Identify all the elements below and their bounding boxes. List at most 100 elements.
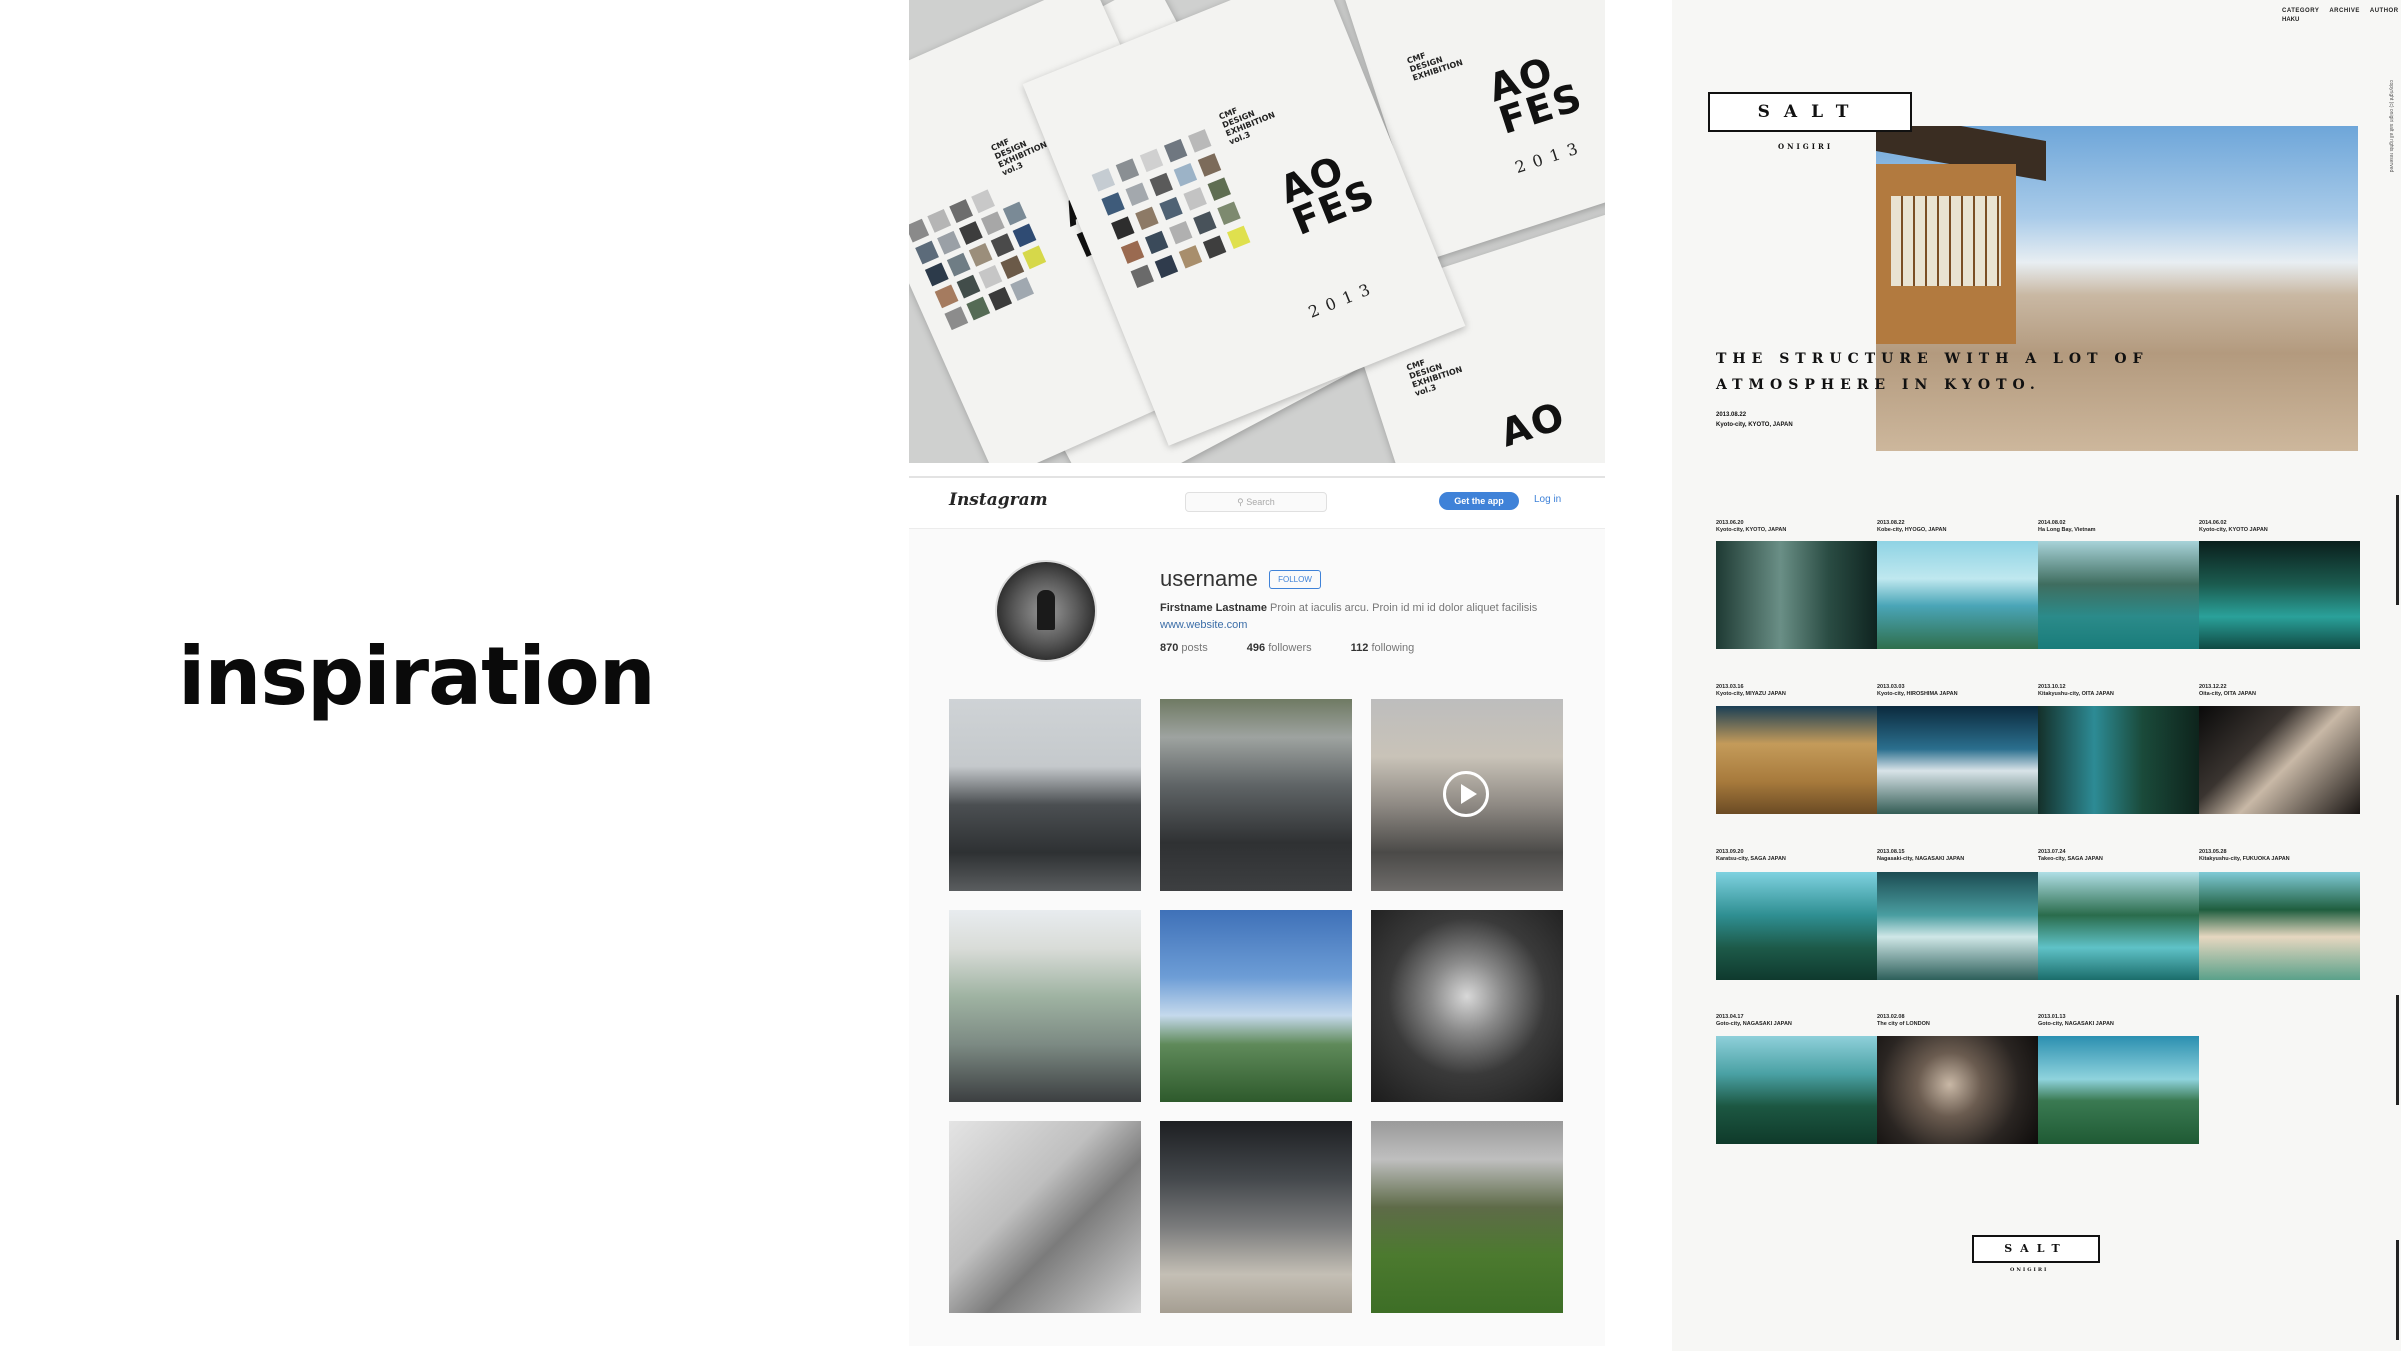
caption-date: 2014.08.02 xyxy=(2038,520,2066,526)
caption-place: Kyoto-city, MIYAZU JAPAN xyxy=(1716,691,1786,697)
login-link[interactable]: Log in xyxy=(1534,494,1561,505)
caption-date: 2013.01.13 xyxy=(2038,1014,2066,1020)
caption-place: Kitakyushu-city, OITA JAPAN xyxy=(2038,691,2114,697)
play-icon xyxy=(1443,771,1489,817)
caption-place: Oita-city, OITA JAPAN xyxy=(2199,691,2256,697)
post-thumbnail[interactable] xyxy=(1371,1121,1563,1313)
salt-nav: CATEGORY ARCHIVE AUTHOR xyxy=(2282,8,2401,14)
photo-caption: 2013.04.17 Goto-city, NAGASAKI JAPAN xyxy=(1716,1014,1792,1028)
aofes-poster-photo: CMF DESIGN EXHIBITION AO FES 2013 CMF DESIGN… xyxy=(909,0,1605,463)
photo-caption: 2013.03.16 Kyoto-city, MIYAZU JAPAN xyxy=(1716,684,1786,698)
video-post-thumbnail[interactable] xyxy=(1371,699,1563,891)
caption-place: Takeo-city, SAGA JAPAN xyxy=(2038,856,2103,862)
caption-date: 2014.06.02 xyxy=(2199,520,2227,526)
hero-image xyxy=(1876,126,2358,451)
photo-caption: 2013.02.08 The city of LONDON xyxy=(1877,1014,1930,1028)
photo-thumbnail[interactable] xyxy=(1716,1036,1877,1144)
photo-thumbnail[interactable] xyxy=(2038,1036,2199,1144)
brand-text: CMF DESIGN EXHIBITION xyxy=(1406,41,1464,83)
following-stat[interactable]: 112 following xyxy=(1351,642,1433,654)
avatar[interactable] xyxy=(995,560,1097,662)
nav-archive[interactable]: ARCHIVE xyxy=(2329,8,2360,14)
scroll-indicator[interactable] xyxy=(2396,1240,2399,1340)
caption-place: Kyoto-city, KYOTO, JAPAN xyxy=(1716,527,1787,533)
post-thumbnail[interactable] xyxy=(1160,1121,1352,1313)
post-thumbnail[interactable] xyxy=(1160,910,1352,1102)
scroll-indicator[interactable] xyxy=(2396,495,2399,605)
footer-logo[interactable]: SALT xyxy=(1972,1235,2100,1263)
photo-thumbnail[interactable] xyxy=(1716,541,1877,649)
search-placeholder: Search xyxy=(1246,497,1275,507)
article-headline[interactable]: THE STRUCTURE WITH A LOT OF ATMOSPHERE IN… xyxy=(1716,346,2149,398)
photo-caption: 2013.08.15 Nagasaki-city, NAGASAKI JAPAN xyxy=(1877,849,1964,863)
caption-place: Karatsu-city, SAGA JAPAN xyxy=(1716,856,1786,862)
photo-caption: 2013.01.13 Goto-city, NAGASAKI JAPAN xyxy=(2038,1014,2114,1028)
ao-fes-text: AOFES xyxy=(1483,47,1588,142)
photo-thumbnail[interactable] xyxy=(2199,541,2360,649)
followers-count: 496 xyxy=(1246,642,1266,654)
caption-place: Kyoto-city, HIROSHIMA JAPAN xyxy=(1877,691,1958,697)
instagram-header: Instagram ⚲ Search Get the app Log in xyxy=(909,476,1605,529)
year-text: 2013 xyxy=(1512,136,1588,178)
caption-place: Kobe-city, HYOGO, JAPAN xyxy=(1877,527,1947,533)
salt-logo[interactable]: SALT xyxy=(1708,92,1912,132)
meta-date: 2013.08.22 xyxy=(1716,412,1747,418)
caption-place: Ha Long Bay, Vietnam xyxy=(2038,527,2096,533)
instagram-logo[interactable]: Instagram xyxy=(949,490,1048,510)
post-thumbnail[interactable] xyxy=(1371,910,1563,1102)
caption-place: Goto-city, NAGASAKI JAPAN xyxy=(1716,1021,1792,1027)
brand-text: CMF DESIGN EXHIBITION vol.3 xyxy=(1218,94,1280,147)
followers-stat[interactable]: 496 followers xyxy=(1247,642,1330,654)
photo-caption: 2013.09.20 Karatsu-city, SAGA JAPAN xyxy=(1716,849,1786,863)
following-label: following xyxy=(1371,642,1415,654)
photo-caption: 2013.03.03 Kyoto-city, HIROSHIMA JAPAN xyxy=(1877,684,1958,698)
profile-stats: 870 posts 496 followers 112 following xyxy=(1160,642,1450,654)
post-thumbnail[interactable] xyxy=(949,910,1141,1102)
temple-windows xyxy=(1891,196,2001,286)
photo-thumbnail[interactable] xyxy=(1877,872,2038,980)
ao-text: AO xyxy=(1495,393,1572,456)
nav-author[interactable]: AUTHOR xyxy=(2370,8,2399,14)
photo-thumbnail[interactable] xyxy=(2038,541,2199,649)
caption-date: 2013.03.16 xyxy=(1716,684,1744,690)
post-thumbnail[interactable] xyxy=(949,699,1141,891)
photo-caption: 2013.08.22 Kobe-city, HYOGO, JAPAN xyxy=(1877,520,1946,534)
photo-thumbnail[interactable] xyxy=(2199,872,2360,980)
scroll-indicator[interactable] xyxy=(2396,995,2399,1105)
photo-thumbnail[interactable] xyxy=(1716,706,1877,814)
instagram-profile-mockup: Instagram ⚲ Search Get the app Log in us… xyxy=(909,476,1605,1346)
posts-count: 870 xyxy=(1160,642,1179,654)
photo-thumbnail[interactable] xyxy=(1877,706,2038,814)
caption-place: The city of LONDON xyxy=(1877,1021,1930,1027)
post-thumbnail[interactable] xyxy=(1160,699,1352,891)
photo-caption: 2013.06.20 Kyoto-city, KYOTO, JAPAN xyxy=(1716,520,1786,534)
side-copyright: copyright (c) onigiri salt all rights re… xyxy=(2388,80,2394,173)
headline-line: THE STRUCTURE WITH A LOT OF xyxy=(1716,351,2149,367)
photo-thumbnail[interactable] xyxy=(2038,872,2199,980)
article-meta: 2013.08.22 Kyoto-city, KYOTO, JAPAN xyxy=(1716,410,1793,430)
caption-date: 2013.05.28 xyxy=(2199,849,2227,855)
photo-thumbnail[interactable] xyxy=(2199,706,2360,814)
photo-caption: 2013.10.12 Kitakyushu-city, OITA JAPAN xyxy=(2038,684,2114,698)
search-input[interactable]: ⚲ Search xyxy=(1185,492,1327,512)
get-app-button[interactable]: Get the app xyxy=(1439,492,1519,510)
photo-thumbnail[interactable] xyxy=(1877,1036,2038,1144)
caption-place: Kitakyushu-city, FUKUOKA JAPAN xyxy=(2199,856,2290,862)
profile-bio: Firstname Lastname Proin at iaculis arcu… xyxy=(1160,602,1537,614)
caption-date: 2013.04.17 xyxy=(1716,1014,1744,1020)
photo-thumbnail[interactable] xyxy=(2038,706,2199,814)
caption-place: Kyoto-city, KYOTO JAPAN xyxy=(2199,527,2268,533)
slide-title: inspiration xyxy=(178,630,656,723)
bio-text: Proin at iaculis arcu. Proin id mi id do… xyxy=(1270,602,1538,614)
website-link[interactable]: www.website.com xyxy=(1160,619,1247,631)
caption-place: Goto-city, NAGASAKI JAPAN xyxy=(2038,1021,2114,1027)
nav-category[interactable]: CATEGORY xyxy=(2282,8,2319,14)
follow-button[interactable]: FOLLOW xyxy=(1269,570,1321,589)
caption-place: Nagasaki-city, NAGASAKI JAPAN xyxy=(1877,856,1965,862)
photo-thumbnail[interactable] xyxy=(1877,541,2038,649)
photo-thumbnail[interactable] xyxy=(1716,872,1877,980)
search-icon: ⚲ xyxy=(1237,497,1244,507)
post-thumbnail[interactable] xyxy=(949,1121,1141,1313)
profile-username: username xyxy=(1160,566,1258,591)
caption-date: 2013.02.08 xyxy=(1877,1014,1905,1020)
